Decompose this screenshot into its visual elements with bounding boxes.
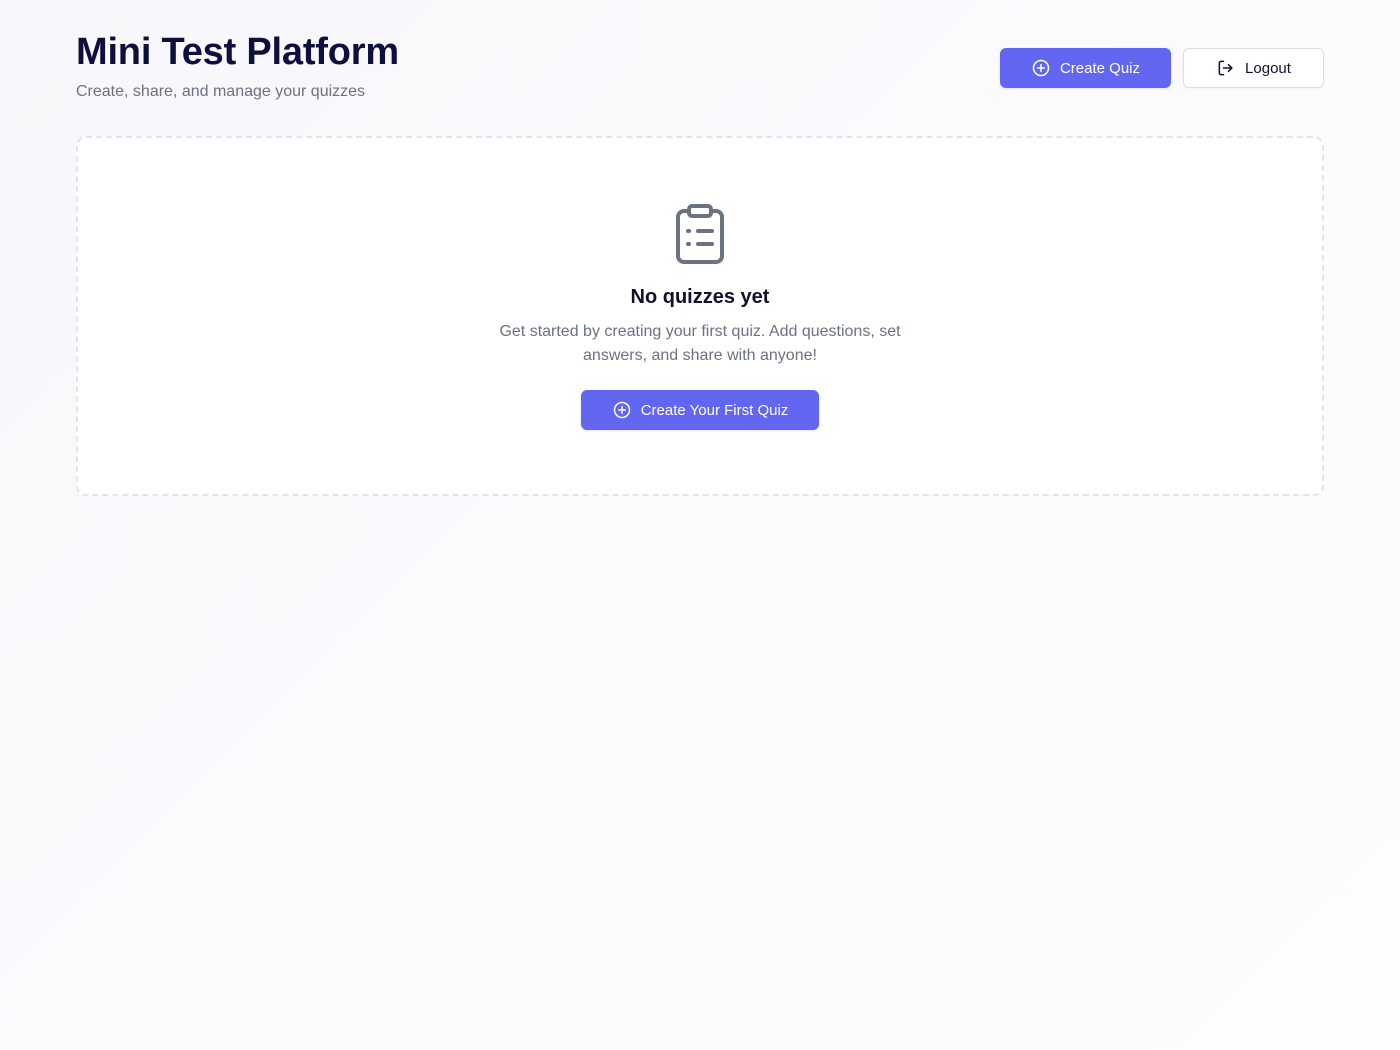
empty-state-description: Get started by creating your first quiz.… [499,323,901,364]
clipboard-list-icon [674,204,726,266]
create-first-quiz-label: Create Your First Quiz [640,401,789,419]
page-subtitle: Create, share, and manage your quizzes [76,83,366,100]
plus-circle-icon [1031,58,1051,78]
plus-circle-icon [612,400,632,420]
dashboard-page: Mini Test Platform Create, share, and ma… [76,0,1324,496]
empty-state-card: No quizzes yet Get started by creating y… [76,136,1324,496]
logout-button[interactable]: Logout [1183,48,1324,88]
page-header: Mini Test Platform Create, share, and ma… [76,0,1324,136]
logout-icon [1216,58,1236,78]
create-quiz-button[interactable]: Create Quiz [1000,48,1171,88]
header-actions: Create Quiz Logout [1000,48,1324,88]
create-first-quiz-button[interactable]: Create Your First Quiz [581,390,819,430]
create-quiz-label: Create Quiz [1059,59,1141,77]
page-title: Mini Test Platform [76,31,399,73]
logout-label: Logout [1245,59,1291,77]
empty-state-title: No quizzes yet [630,286,770,308]
